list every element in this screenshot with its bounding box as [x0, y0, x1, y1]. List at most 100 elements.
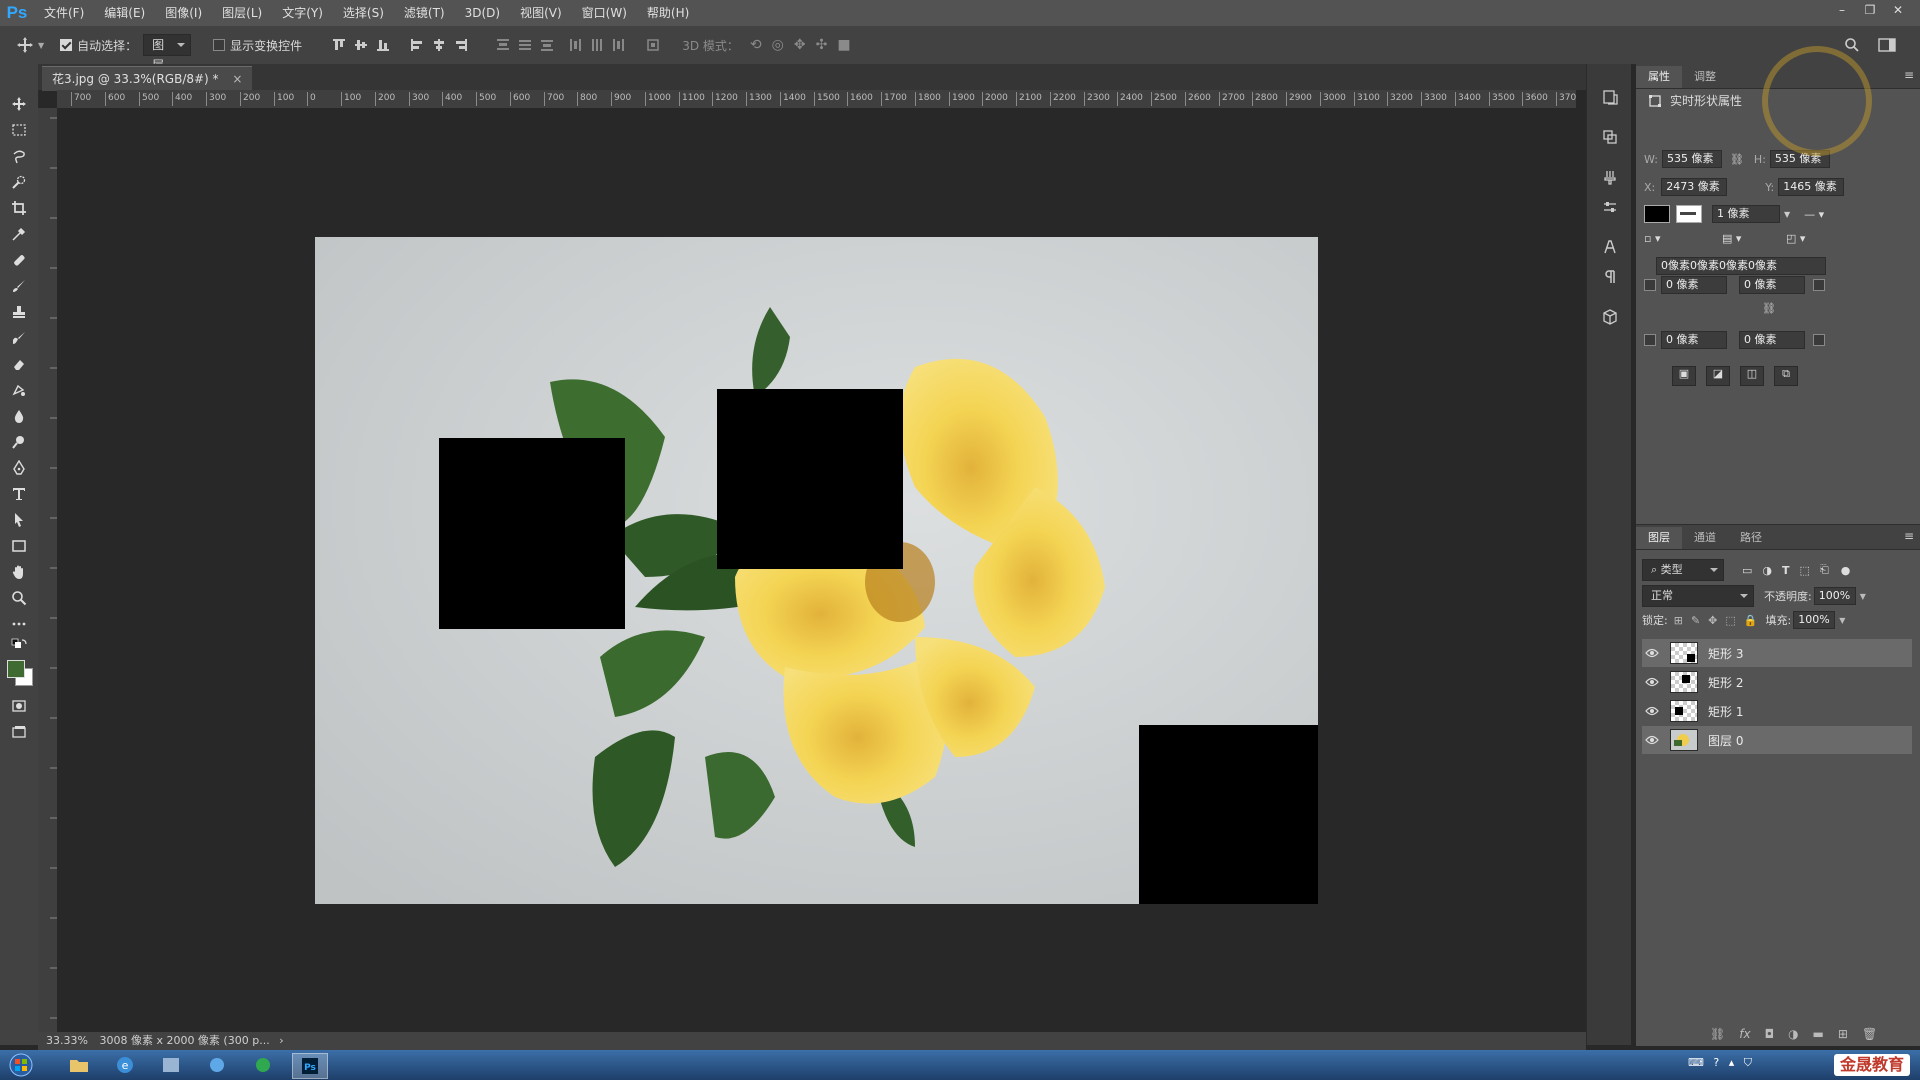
- panel-menu-icon[interactable]: ≡: [1904, 68, 1914, 82]
- clone-stamp-tool-icon[interactable]: [5, 300, 33, 324]
- layer-row[interactable]: 矩形 3: [1642, 639, 1912, 667]
- stroke-color-swatch[interactable]: [1676, 205, 1702, 223]
- stroke-width-dropdown-icon[interactable]: ▼: [1784, 210, 1790, 219]
- delete-layer-icon[interactable]: 🗑: [1862, 1027, 1877, 1041]
- 3d-scale-icon[interactable]: ■: [837, 37, 850, 53]
- visibility-eye-icon[interactable]: [1642, 730, 1662, 750]
- add-mask-icon[interactable]: ◘: [1765, 1027, 1775, 1041]
- status-menu-arrow[interactable]: ›: [279, 1034, 283, 1047]
- stroke-caps-dropdown[interactable]: ▤ ▾: [1722, 232, 1772, 245]
- healing-brush-tool-icon[interactable]: [5, 248, 33, 272]
- align-bottom-icon[interactable]: [372, 34, 394, 56]
- stroke-width-field[interactable]: 1 像素: [1712, 205, 1780, 223]
- fill-color-swatch[interactable]: [1644, 205, 1670, 223]
- gradient-tool-icon[interactable]: [5, 378, 33, 402]
- corner-tr-field[interactable]: 0 像素: [1739, 276, 1805, 294]
- lock-transparent-icon[interactable]: ⊞: [1674, 614, 1683, 627]
- corner-tl-field[interactable]: 0 像素: [1661, 276, 1727, 294]
- 3d-panel-icon[interactable]: [1599, 306, 1621, 328]
- layer-row[interactable]: 矩形 2: [1642, 668, 1912, 696]
- auto-select-target-dropdown[interactable]: 图层: [143, 33, 192, 72]
- stroke-align-dropdown[interactable]: ▫ ▾: [1644, 232, 1694, 245]
- document-tab[interactable]: 花3.jpg @ 33.3%(RGB/8#) * ×: [42, 66, 253, 91]
- corner-tl-checkbox[interactable]: [1644, 279, 1656, 291]
- brush-tool-icon[interactable]: [5, 274, 33, 298]
- lock-position-icon[interactable]: ✥: [1708, 614, 1717, 627]
- corner-br-field[interactable]: 0 像素: [1739, 331, 1805, 349]
- filter-smart-object-icon[interactable]: ⎗: [1820, 563, 1829, 577]
- type-tool-icon[interactable]: [5, 482, 33, 506]
- path-subtract-icon[interactable]: ◪: [1706, 366, 1730, 386]
- rectangle-shape-1[interactable]: [439, 438, 625, 629]
- screen-mode-icon[interactable]: [5, 720, 33, 744]
- distribute-left-icon[interactable]: [564, 34, 586, 56]
- tab-adjustments[interactable]: 调整: [1682, 66, 1728, 88]
- filter-adjustment-icon[interactable]: ◑: [1762, 564, 1772, 577]
- adjustments-icon[interactable]: [1599, 196, 1621, 218]
- layer-filter-dropdown[interactable]: ⌕ 类型: [1642, 559, 1724, 581]
- menu-layer[interactable]: 图层(L): [212, 0, 272, 26]
- auto-align-icon[interactable]: [642, 34, 664, 56]
- close-icon[interactable]: ✕: [1884, 0, 1912, 22]
- menu-image[interactable]: 图像(I): [155, 0, 212, 26]
- rectangle-shape-2[interactable]: [717, 389, 903, 569]
- distribute-bottom-icon[interactable]: [536, 34, 558, 56]
- search-icon[interactable]: [1844, 33, 1860, 57]
- file-explorer-icon[interactable]: [62, 1053, 96, 1077]
- eyedropper-tool-icon[interactable]: [5, 222, 33, 246]
- filter-pixel-icon[interactable]: ▭: [1742, 564, 1752, 577]
- photoshop-taskbar-icon[interactable]: Ps: [292, 1053, 328, 1079]
- align-left-icon[interactable]: [406, 34, 428, 56]
- 3d-roll-icon[interactable]: ◎: [772, 37, 784, 53]
- auto-select-toggle[interactable]: 自动选择：: [60, 33, 137, 57]
- fill-dropdown-icon[interactable]: ▼: [1839, 616, 1845, 625]
- lock-all-icon[interactable]: 🔒: [1744, 614, 1758, 627]
- filter-toggle-icon[interactable]: ●: [1841, 564, 1851, 577]
- opacity-field[interactable]: 100%: [1813, 587, 1856, 605]
- quick-select-tool-icon[interactable]: [5, 170, 33, 194]
- path-intersect-icon[interactable]: ◫: [1740, 366, 1764, 386]
- link-layers-icon[interactable]: ⛓: [1710, 1027, 1725, 1041]
- show-transform-toggle[interactable]: 显示变换控件: [213, 33, 302, 57]
- path-selection-tool-icon[interactable]: [5, 508, 33, 532]
- y-field[interactable]: 1465 像素: [1778, 178, 1845, 196]
- auto-select-checkbox[interactable]: [60, 39, 73, 51]
- corner-bl-checkbox[interactable]: [1644, 334, 1656, 346]
- tray-help-icon[interactable]: ?: [1713, 1056, 1719, 1069]
- app-icon[interactable]: [200, 1053, 234, 1077]
- restore-icon[interactable]: ❐: [1856, 0, 1884, 22]
- tab-channels[interactable]: 通道: [1682, 527, 1728, 549]
- workspace-icon[interactable]: [1878, 33, 1896, 57]
- 3d-slide-icon[interactable]: ✣: [816, 37, 828, 53]
- menu-file[interactable]: 文件(F): [34, 0, 94, 26]
- show-transform-checkbox[interactable]: [213, 39, 226, 51]
- history-brush-tool-icon[interactable]: [5, 326, 33, 350]
- rectangle-tool-icon[interactable]: [5, 534, 33, 558]
- align-vertical-center-icon[interactable]: [350, 34, 372, 56]
- dodge-tool-icon[interactable]: [5, 430, 33, 454]
- layer-row[interactable]: 图层 0: [1642, 726, 1912, 754]
- corner-bl-field[interactable]: 0 像素: [1661, 331, 1727, 349]
- start-button-icon[interactable]: [4, 1053, 38, 1077]
- brush-settings-icon[interactable]: [1599, 166, 1621, 188]
- layer-name[interactable]: 图层 0: [1708, 732, 1743, 749]
- default-colors-icon[interactable]: [5, 638, 33, 654]
- tray-shield-icon[interactable]: ⛉: [1744, 1056, 1752, 1069]
- menu-3d[interactable]: 3D(D): [455, 0, 510, 26]
- corner-tr-checkbox[interactable]: [1813, 279, 1825, 291]
- app-icon[interactable]: [154, 1053, 188, 1077]
- tab-paths[interactable]: 路径: [1728, 527, 1774, 549]
- app-icon[interactable]: [246, 1053, 280, 1077]
- distribute-vcenter-icon[interactable]: [514, 34, 536, 56]
- move-tool-preset[interactable]: ▼: [16, 33, 44, 57]
- browser-icon[interactable]: e: [108, 1053, 142, 1077]
- marquee-tool-icon[interactable]: [5, 118, 33, 142]
- fill-field[interactable]: 100%: [1793, 611, 1836, 629]
- layer-name[interactable]: 矩形 1: [1708, 703, 1743, 720]
- rectangle-shape-3[interactable]: [1139, 725, 1318, 904]
- close-tab-icon[interactable]: ×: [232, 72, 242, 86]
- quick-mask-icon[interactable]: [5, 694, 33, 718]
- vertical-ruler[interactable]: [38, 108, 58, 1032]
- menu-view[interactable]: 视图(V): [510, 0, 572, 26]
- minimize-icon[interactable]: –: [1828, 0, 1856, 22]
